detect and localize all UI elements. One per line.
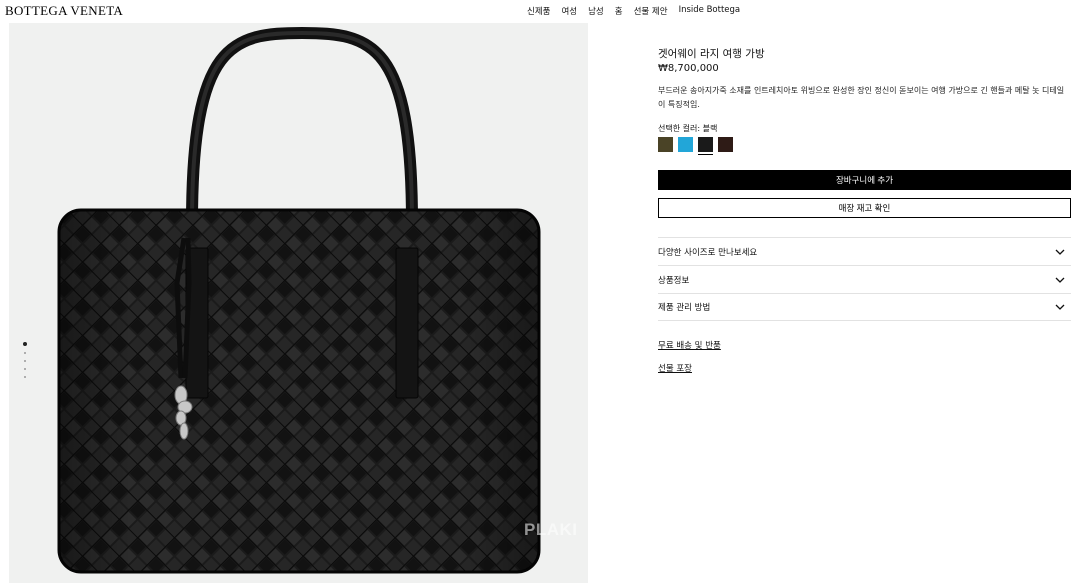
swatch-dark-brown[interactable]	[718, 137, 733, 152]
accordion-sizes[interactable]: 다양한 사이즈로 만나보세요	[658, 237, 1071, 265]
gallery-dot-3[interactable]	[24, 360, 26, 362]
brand-logo[interactable]: BOTTEGA VENETA	[5, 3, 123, 19]
gallery-pagination	[23, 342, 27, 378]
accordion-care-label: 제품 관리 방법	[658, 303, 711, 313]
accordion-care[interactable]: 제품 관리 방법	[658, 293, 1071, 321]
swatch-turquoise[interactable]	[678, 137, 693, 152]
nav-item-men[interactable]: 남성	[588, 5, 604, 17]
image-watermark: PLAKI	[524, 520, 578, 539]
chevron-down-icon	[1055, 304, 1065, 310]
nav-item-new[interactable]: 신제품	[527, 5, 550, 17]
gallery-dot-5[interactable]	[24, 376, 26, 378]
chevron-down-icon	[1055, 249, 1065, 255]
product-image-gallery[interactable]: PLAKI	[9, 23, 588, 583]
nav-item-women[interactable]: 여성	[561, 5, 577, 17]
product-accordion: 다양한 사이즈로 만나보세요 상품정보 제품 관리 방법	[658, 237, 1071, 321]
color-swatches	[658, 137, 733, 155]
swatch-black[interactable]	[698, 137, 713, 155]
gift-wrapping-link[interactable]: 선물 포장	[658, 362, 692, 374]
gallery-dot-1[interactable]	[23, 342, 27, 346]
nav-item-inside-bottega[interactable]: Inside Bottega	[679, 5, 741, 17]
add-to-cart-button[interactable]: 장바구니에 추가	[658, 170, 1071, 190]
swatch-olive[interactable]	[658, 137, 673, 152]
product-price: ₩8,700,000	[658, 63, 719, 74]
nav-item-home[interactable]: 홈	[615, 5, 623, 17]
gallery-dot-4[interactable]	[24, 368, 26, 370]
site-header: BOTTEGA VENETA 신제품 여성 남성 홈 선물 제안 Inside …	[0, 0, 1080, 22]
main-nav: 신제품 여성 남성 홈 선물 제안 Inside Bottega	[527, 5, 740, 17]
accordion-sizes-label: 다양한 사이즈로 만나보세요	[658, 247, 758, 258]
product-description: 부드러운 송아지가죽 소재를 인트레치아토 위빙으로 완성한 장인 정신이 돋보…	[658, 86, 1065, 109]
product-title: 겟어웨이 라지 여행 가방	[658, 48, 765, 60]
nav-item-gifts[interactable]: 선물 제안	[634, 5, 668, 17]
chevron-down-icon	[1055, 277, 1065, 283]
product-image	[57, 26, 541, 574]
accordion-product-info[interactable]: 상품정보	[658, 265, 1071, 293]
gallery-dot-2[interactable]	[24, 352, 26, 354]
selected-color-label: 선택한 컬러: 블랙	[658, 124, 718, 133]
accordion-product-info-label: 상품정보	[658, 275, 690, 286]
free-shipping-returns-link[interactable]: 무료 배송 및 반품	[658, 339, 721, 351]
check-store-stock-button[interactable]: 매장 재고 확인	[658, 198, 1071, 218]
